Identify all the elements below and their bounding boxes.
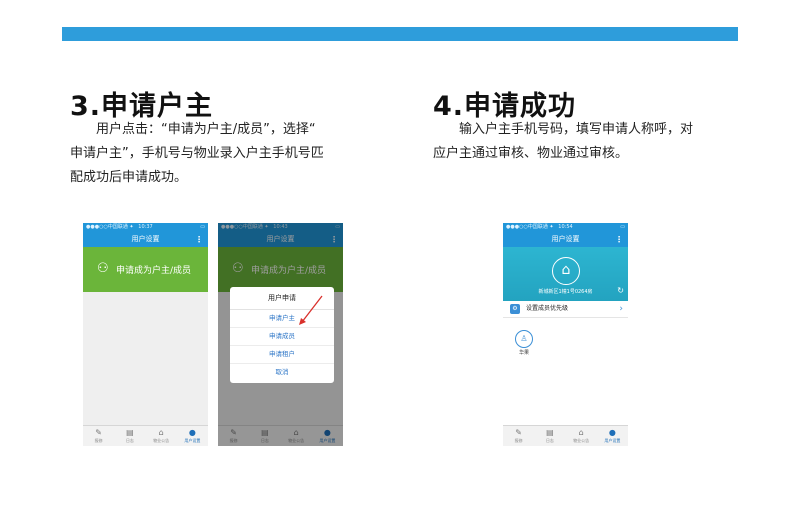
home-icon: ⌂ xyxy=(578,428,584,437)
more-menu-icon[interactable]: ⋮ xyxy=(195,232,203,247)
tab-bar: ✎ 报修 ▤ 日志 ⌂ 物业公告 ● 用户设置 xyxy=(503,425,628,446)
settings-icon: ⚙ xyxy=(510,304,520,314)
section4-description: 输入户主手机号码，填写申请人称呼，对 应户主通过审核、物业通过审核。 xyxy=(433,118,733,166)
battery-icon: ▭ xyxy=(200,224,205,230)
nav-title: 用户设置 xyxy=(551,235,580,243)
battery-icon: ▭ xyxy=(620,224,625,230)
tab-user-settings[interactable]: ● 用户设置 xyxy=(177,426,208,446)
section3-line2: 申请户主”，手机号与物业录入户主手机号匹 xyxy=(70,146,324,161)
phone-screenshot-success: ●●●○○中国联通 ✦ 10:54 ▭ 用户设置 ⋮ ⌂ 新城新区1幢1号026… xyxy=(503,223,628,446)
person-icon: ● xyxy=(188,428,196,437)
apply-banner[interactable]: ⚇ 申请成为户主/成员 xyxy=(83,247,208,292)
tab-log[interactable]: ▤ 日志 xyxy=(114,426,145,446)
avatar: ♙ xyxy=(515,330,533,348)
tab-repair[interactable]: ✎ 报修 xyxy=(503,426,534,446)
house-icon: ⌂ xyxy=(552,257,580,285)
content-area xyxy=(503,301,628,426)
user-add-icon: ⚇ xyxy=(97,261,109,276)
status-time: 10:54 xyxy=(558,224,573,230)
house-header: ⌂ 新城新区1幢1号0264房 ↻ xyxy=(503,247,628,301)
section3-description: 用户点击：“申请为户主/成员”，选择“ 申请户主”，手机号与物业录入户主手机号匹… xyxy=(70,118,370,190)
nav-bar: 用户设置 ⋮ xyxy=(83,232,208,247)
tab-repair[interactable]: ✎ 报修 xyxy=(83,426,114,446)
calendar-icon: ▤ xyxy=(546,428,554,437)
top-accent-bar xyxy=(62,27,738,41)
address-label: 新城新区1幢1号0264房 xyxy=(538,289,593,295)
nav-title: 用户设置 xyxy=(131,235,160,243)
red-arrow-annotation xyxy=(299,295,323,325)
tab-notice[interactable]: ⌂ 物业公告 xyxy=(146,426,177,446)
status-time: 10:37 xyxy=(138,224,153,230)
chevron-right-icon: › xyxy=(619,304,623,314)
section4-line2: 应户主通过审核、物业通过审核。 xyxy=(433,146,629,161)
status-bar: ●●●○○中国联通 ✦ 10:37 ▭ xyxy=(83,223,208,232)
member-priority-row[interactable]: ⚙ 设置成员优先级 › xyxy=(503,301,628,318)
refresh-icon[interactable]: ↻ xyxy=(617,286,624,295)
person-icon: ● xyxy=(608,428,616,437)
section4-line1: 输入户主手机号码，填写申请人称呼，对 xyxy=(459,122,694,137)
member-priority-label: 设置成员优先级 xyxy=(526,305,569,312)
tab-notice[interactable]: ⌂ 物业公告 xyxy=(566,426,597,446)
section3-line3: 配成功后申请成功。 xyxy=(70,170,188,185)
status-bar: ●●●○○中国联通 ✦ 10:54 ▭ xyxy=(503,223,628,232)
member-name: 华果 xyxy=(518,350,529,356)
home-icon: ⌂ xyxy=(158,428,164,437)
apply-banner-label: 申请成为户主/成员 xyxy=(116,266,192,276)
pen-icon: ✎ xyxy=(95,428,102,437)
phone-screenshot-dialog: ●●●○○中国联通 ✦ 10:43 ▭ 用户设置 ⋮ ⚇ 申请成为户主/成员 ✎… xyxy=(218,223,343,446)
tab-log[interactable]: ▤ 日志 xyxy=(534,426,565,446)
member-avatar-item[interactable]: ♙ 华果 xyxy=(514,330,534,356)
pen-icon: ✎ xyxy=(515,428,522,437)
phone-screenshot-apply: ●●●○○中国联通 ✦ 10:37 ▭ 用户设置 ⋮ ⚇ 申请成为户主/成员 ✎… xyxy=(83,223,208,446)
calendar-icon: ▤ xyxy=(126,428,134,437)
nav-bar: 用户设置 ⋮ xyxy=(503,232,628,247)
section3-line1: 用户点击：“申请为户主/成员”，选择“ xyxy=(96,122,316,137)
tab-user-settings[interactable]: ● 用户设置 xyxy=(597,426,628,446)
more-menu-icon[interactable]: ⋮ xyxy=(615,232,623,247)
tab-bar: ✎ 报修 ▤ 日志 ⌂ 物业公告 ● 用户设置 xyxy=(83,425,208,446)
